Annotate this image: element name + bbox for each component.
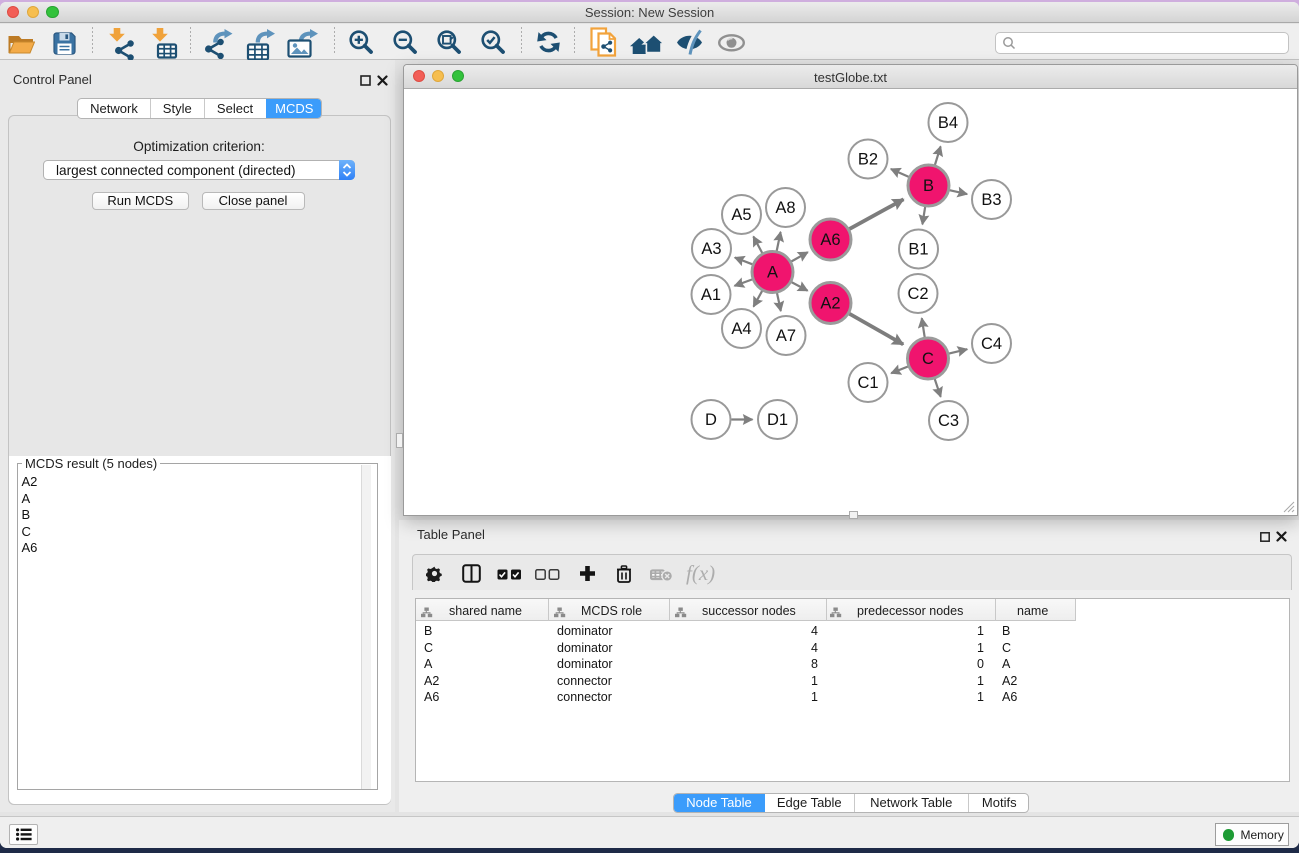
- svg-text:C1: C1: [857, 374, 878, 392]
- svg-text:A3: A3: [701, 240, 721, 258]
- svg-text:A6: A6: [820, 231, 840, 249]
- svg-text:B4: B4: [938, 114, 958, 132]
- svg-text:A2: A2: [820, 295, 840, 313]
- svg-text:B1: B1: [908, 241, 928, 259]
- svg-text:B3: B3: [981, 191, 1001, 209]
- svg-text:A4: A4: [731, 320, 751, 338]
- svg-text:A5: A5: [731, 206, 751, 224]
- svg-text:C2: C2: [907, 285, 928, 303]
- svg-text:A7: A7: [776, 327, 796, 345]
- svg-text:A: A: [767, 264, 778, 282]
- svg-text:C3: C3: [938, 412, 959, 430]
- svg-text:B: B: [923, 177, 934, 195]
- svg-text:C: C: [922, 350, 934, 368]
- svg-text:D1: D1: [767, 411, 788, 429]
- svg-text:A8: A8: [775, 199, 795, 217]
- svg-text:B2: B2: [858, 151, 878, 169]
- svg-text:A1: A1: [701, 286, 721, 304]
- svg-text:C4: C4: [981, 335, 1002, 353]
- svg-text:D: D: [705, 411, 717, 429]
